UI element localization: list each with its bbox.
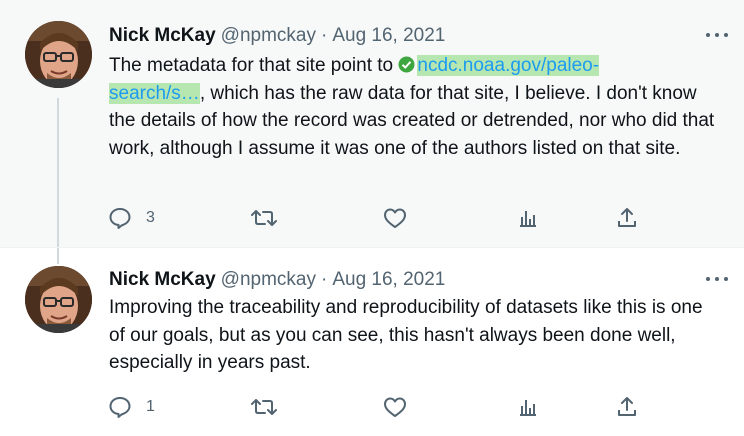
retweet-icon	[251, 399, 277, 415]
views-icon	[520, 400, 536, 416]
tweet-text: The metadata for that site point to ncdc…	[109, 52, 719, 162]
tweet-date[interactable]: Aug 16, 2021	[332, 25, 445, 47]
separator-dot: ·	[321, 269, 328, 290]
tweet-header: Nick McKay @npmckay · Aug 16, 2021	[109, 23, 445, 49]
verified-check-icon	[398, 56, 415, 73]
like-button[interactable]	[383, 393, 421, 421]
more-icon[interactable]	[706, 273, 728, 285]
tweet-text: Improving the traceability and reproduci…	[109, 297, 703, 373]
author-handle[interactable]: @npmckay	[221, 25, 316, 47]
tweet-text-after-link: , which has the raw data for that site, …	[109, 82, 715, 159]
like-icon	[384, 208, 406, 228]
tweet-actions: 3	[108, 204, 648, 232]
tweet-link-line1[interactable]: ncdc.noaa.gov/paleo-	[417, 55, 599, 76]
tweet-date[interactable]: Aug 16, 2021	[332, 269, 445, 291]
more-icon[interactable]	[706, 29, 728, 41]
author-name[interactable]: Nick McKay	[109, 269, 216, 291]
reply-button[interactable]: 1	[108, 393, 155, 421]
author-name[interactable]: Nick McKay	[109, 25, 216, 47]
views-icon	[520, 211, 536, 227]
retweet-button[interactable]	[251, 204, 291, 232]
tweet-link-line2[interactable]: search/s…	[109, 83, 200, 104]
author-avatar[interactable]	[25, 21, 92, 88]
tweet-1[interactable]: Nick McKay @npmckay · Aug 16, 2021 The m…	[0, 0, 744, 247]
reply-button[interactable]: 3	[108, 204, 155, 232]
separator-dot: ·	[321, 25, 328, 46]
retweet-button[interactable]	[251, 393, 291, 421]
author-handle[interactable]: @npmckay	[221, 269, 316, 291]
reply-count: 3	[146, 209, 155, 226]
reply-icon	[109, 208, 131, 229]
author-avatar[interactable]	[25, 266, 92, 333]
tweet-actions: 1	[108, 393, 648, 421]
thread-line	[57, 248, 59, 264]
share-button[interactable]	[615, 393, 639, 421]
tweet-header: Nick McKay @npmckay · Aug 16, 2021	[109, 267, 445, 293]
thread-line	[57, 98, 59, 247]
tweet-text-before-link: The metadata for that site point to	[109, 55, 399, 76]
share-icon	[618, 208, 636, 227]
reply-count: 1	[146, 398, 155, 415]
views-button[interactable]	[516, 204, 554, 232]
like-icon	[384, 397, 406, 417]
reply-icon	[109, 397, 131, 418]
views-button[interactable]	[516, 393, 554, 421]
retweet-icon	[251, 210, 277, 226]
tweet-2[interactable]: Nick McKay @npmckay · Aug 16, 2021 Impro…	[0, 247, 744, 436]
share-icon	[618, 397, 636, 416]
like-button[interactable]	[383, 204, 421, 232]
share-button[interactable]	[615, 204, 639, 232]
